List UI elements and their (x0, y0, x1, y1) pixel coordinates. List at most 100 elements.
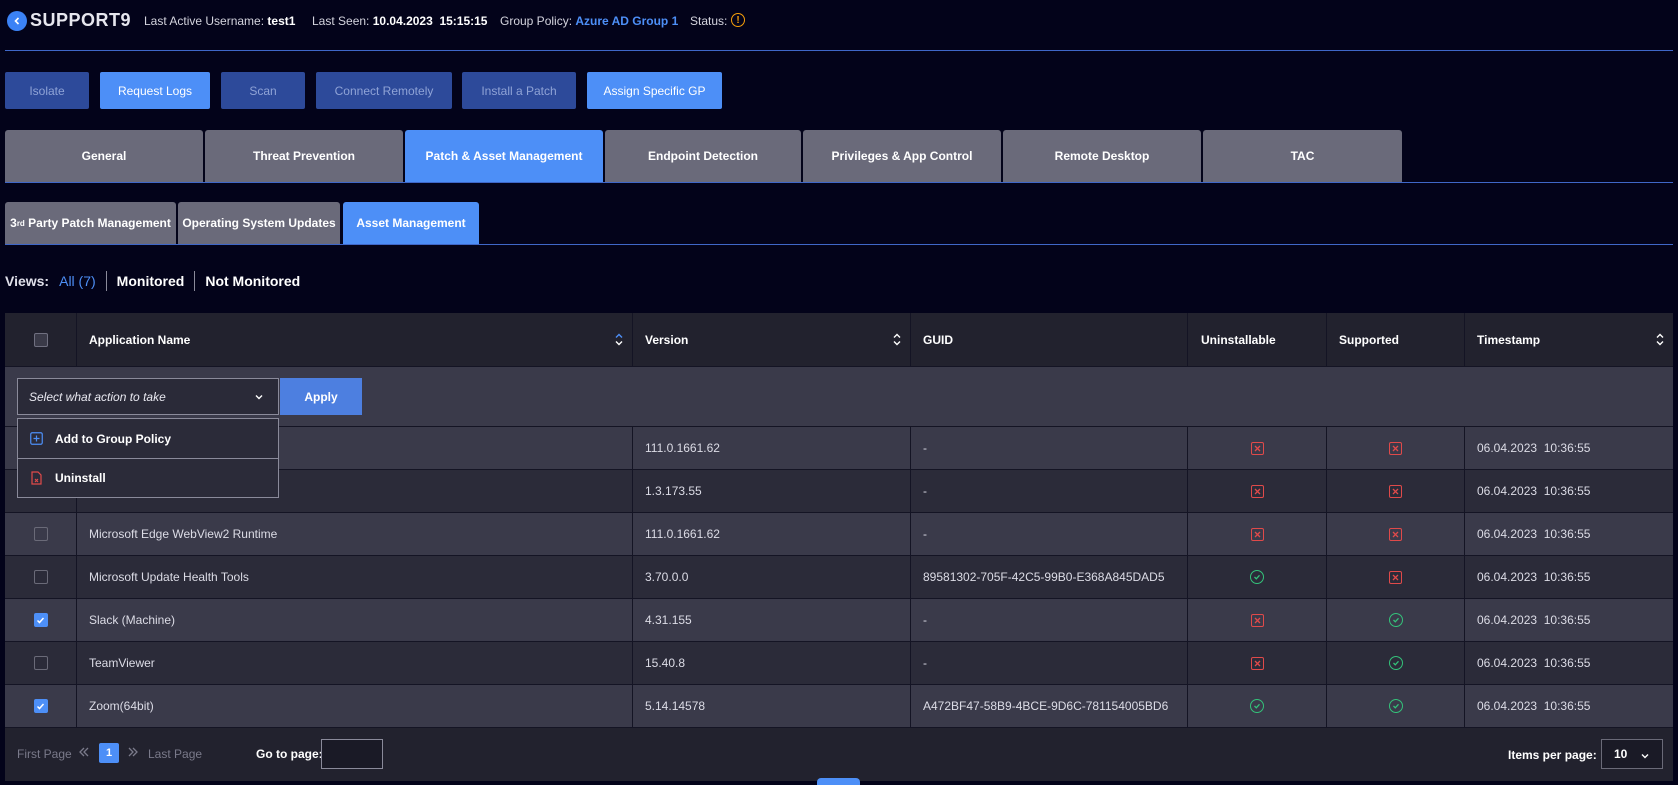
uninstallable-cell (1188, 685, 1327, 727)
timestamp-cell: 06.04.2023 10:36:55 (1477, 527, 1591, 541)
last-seen: Last Seen: 10.04.2023 15:15:15 (312, 14, 488, 28)
tab-remote-desktop[interactable]: Remote Desktop (1003, 130, 1201, 182)
uninstallable-cell (1188, 642, 1327, 684)
supported-cell (1327, 470, 1465, 512)
tab-asset-management[interactable]: Asset Management (343, 202, 479, 244)
x-square-icon (1389, 570, 1402, 584)
row-select-cell (5, 685, 77, 727)
menu-item-add-to-group-policy[interactable]: Add to Group Policy (18, 419, 278, 458)
action-select[interactable]: Select what action to take (17, 378, 279, 415)
table-row[interactable]: Microsoft Edge WebView2 Runtime 111.0.166… (5, 513, 1673, 556)
plus-square-icon (30, 432, 43, 445)
first-page-link[interactable]: First Page (17, 747, 72, 761)
back-button[interactable] (7, 11, 27, 31)
check-circle-icon (1388, 699, 1403, 713)
check-circle-icon (1250, 699, 1264, 713)
tab-tac[interactable]: TAC (1203, 130, 1402, 182)
row-checkbox[interactable] (33, 570, 48, 584)
x-square-icon (1250, 441, 1264, 455)
goto-page-input[interactable] (321, 739, 383, 769)
x-square-icon (1250, 484, 1264, 498)
uninstallable-cell (1188, 470, 1327, 512)
tab-threat-prevention[interactable]: Threat Prevention (205, 130, 403, 182)
uninstall-file-icon (30, 471, 43, 485)
table-row[interactable]: Zoom(64bit) 5.14.14578 A472BF47-58B9-4BCE-… (5, 685, 1673, 728)
last-page-link[interactable]: Last Page (148, 747, 202, 761)
sort-icon[interactable] (614, 332, 624, 347)
row-checkbox[interactable] (33, 527, 48, 541)
items-per-page-select[interactable]: 10 (1601, 739, 1663, 769)
status-label: Status: (690, 14, 728, 28)
uninstallable-cell (1188, 599, 1327, 641)
chevron-down-icon (254, 391, 264, 405)
row-select-cell (5, 599, 77, 641)
double-chevron-left-icon[interactable] (78, 745, 90, 762)
uninstallable-cell (1188, 513, 1327, 555)
x-square-icon (1389, 484, 1402, 498)
install-patch-button[interactable]: Install a Patch (462, 72, 576, 109)
x-square-icon (1250, 656, 1264, 670)
application-name-cell: TeamViewer (77, 642, 633, 684)
header-version[interactable]: Version (633, 313, 911, 366)
row-checkbox[interactable] (33, 699, 48, 713)
supported-cell (1327, 427, 1465, 469)
view-not-monitored[interactable]: Not Monitored (195, 273, 310, 289)
guid-cell: - (911, 599, 1188, 641)
select-all-checkbox[interactable] (33, 332, 48, 347)
action-dropdown-menu: Add to Group Policy Uninstall (17, 418, 279, 498)
guid-cell: - (911, 470, 1188, 512)
items-per-page-label: Items per page: (1508, 748, 1597, 762)
request-logs-button[interactable]: Request Logs (100, 72, 210, 109)
table-row[interactable]: Microsoft Update Health Tools 3.70.0.0 895… (5, 556, 1673, 599)
row-select-cell (5, 556, 77, 598)
supported-cell (1327, 599, 1465, 641)
warning-icon[interactable]: ! (731, 13, 745, 27)
table-row[interactable]: Slack (Machine) 4.31.155- 06.04.2023 10:36… (5, 599, 1673, 642)
supported-cell (1327, 642, 1465, 684)
scroll-handle[interactable] (817, 778, 860, 785)
row-checkbox[interactable] (33, 613, 48, 627)
row-checkbox[interactable] (33, 656, 48, 670)
supported-cell (1327, 685, 1465, 727)
subtabs-divider (5, 244, 1673, 245)
tab-general[interactable]: General (5, 130, 203, 182)
group-policy-link[interactable]: Azure AD Group 1 (575, 14, 678, 28)
header-guid: GUID (911, 313, 1188, 366)
version-cell: 111.0.1661.62 (633, 427, 911, 469)
connect-remotely-button[interactable]: Connect Remotely (316, 72, 452, 109)
view-all[interactable]: All (7) (59, 273, 106, 289)
tab-operating-system-updates[interactable]: Operating System Updates (178, 202, 340, 244)
group-policy: Group Policy: Azure AD Group 1 (500, 14, 679, 28)
header-application-name[interactable]: Application Name (77, 313, 633, 366)
goto-page-label: Go to page: (256, 747, 323, 761)
version-cell: 111.0.1661.62 (633, 513, 911, 555)
guid-cell: 89581302-705F-42C5-99B0-E368A845DAD5 (911, 556, 1188, 598)
tab-privileges-app-control[interactable]: Privileges & App Control (803, 130, 1001, 182)
menu-item-uninstall[interactable]: Uninstall (18, 458, 278, 497)
row-select-cell (5, 642, 77, 684)
view-monitored[interactable]: Monitored (107, 273, 195, 289)
double-chevron-right-icon[interactable] (127, 745, 139, 762)
x-square-icon (1389, 441, 1402, 455)
tab-third-party-patch-management[interactable]: 3rd Party Patch Management (5, 202, 176, 244)
uninstallable-cell (1188, 427, 1327, 469)
current-page-button[interactable]: 1 (99, 743, 119, 763)
timestamp-cell: 06.04.2023 10:36:55 (1477, 484, 1591, 498)
scan-button[interactable]: Scan (221, 72, 305, 109)
assign-specific-gp-button[interactable]: Assign Specific GP (587, 72, 722, 109)
table-row[interactable]: TeamViewer 15.40.8- 06.04.2023 10:36:55 (5, 642, 1673, 685)
sort-icon[interactable] (1655, 332, 1665, 347)
application-name-cell: Slack (Machine) (77, 599, 633, 641)
apply-button[interactable]: Apply (280, 378, 362, 415)
sort-icon[interactable] (892, 332, 902, 347)
tab-endpoint-detection[interactable]: Endpoint Detection (605, 130, 801, 182)
header-timestamp[interactable]: Timestamp (1465, 313, 1673, 366)
version-cell: 3.70.0.0 (633, 556, 911, 598)
supported-cell (1327, 556, 1465, 598)
isolate-button[interactable]: Isolate (5, 72, 89, 109)
timestamp-cell: 06.04.2023 10:36:55 (1477, 570, 1591, 584)
guid-cell: - (911, 427, 1188, 469)
application-name-cell: Zoom(64bit) (77, 685, 633, 727)
tab-patch-asset-management[interactable]: Patch & Asset Management (405, 130, 603, 182)
uninstallable-cell (1188, 556, 1327, 598)
